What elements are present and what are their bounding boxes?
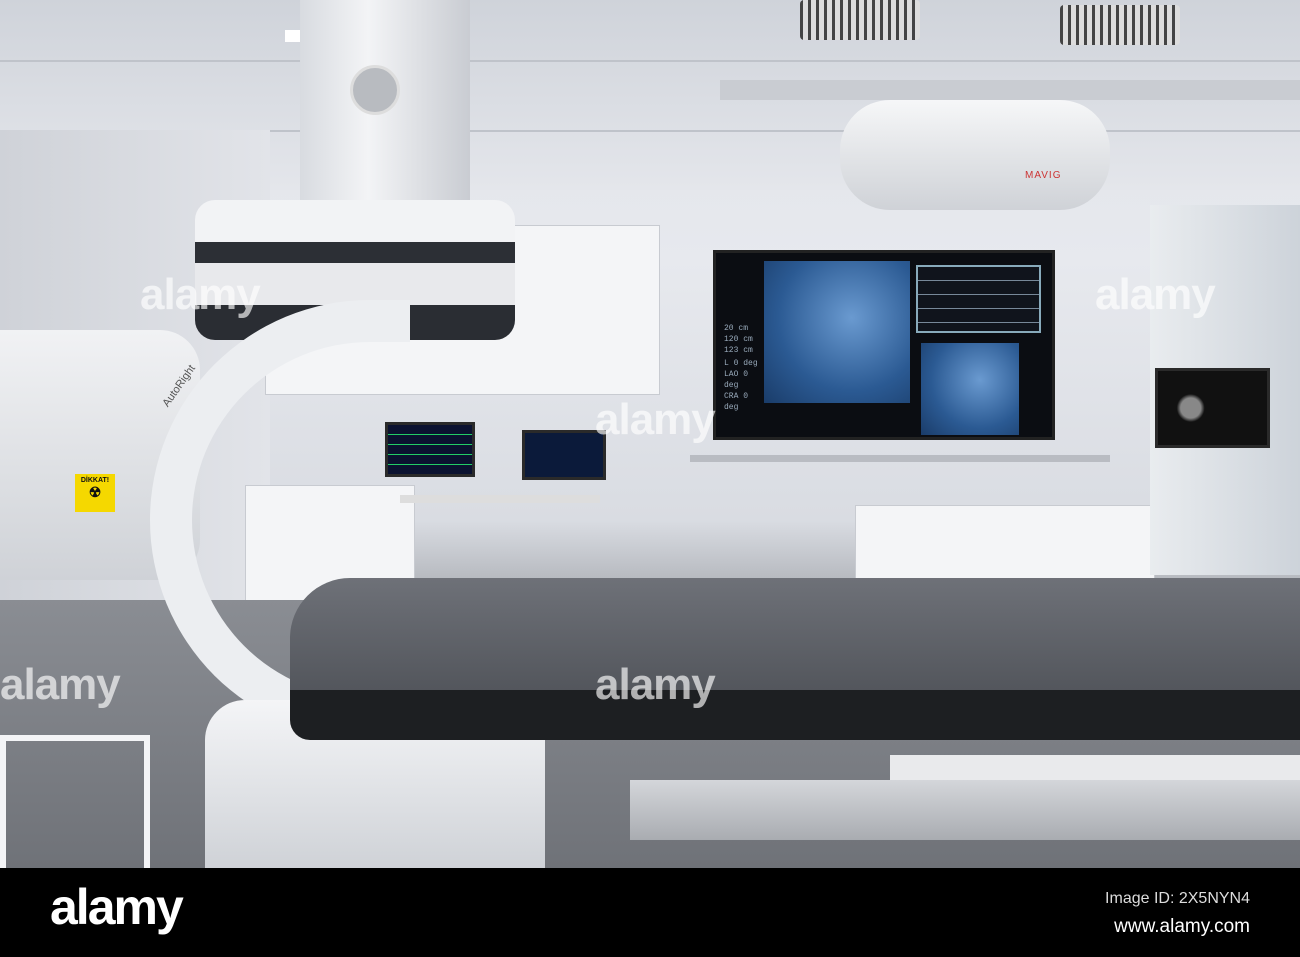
ceiling-tile-line [0,60,1300,62]
ceiling-vent [800,0,920,40]
ceiling-gantry [300,0,470,200]
angle-label: CRA [724,392,739,401]
angle-label: LAO [724,370,739,379]
table-side-rail [630,780,1300,840]
patient-table-edge [290,690,1300,740]
radiation-icon: ☢ [88,484,102,500]
ceiling-rail [720,80,1300,100]
monitor-bracket [690,455,1110,462]
ceiling-suspension-arm: MAVIG [840,100,1110,210]
trolley [0,735,150,868]
radiation-warning-sign: DİKKAT! ☢ [75,474,115,512]
angle-label: L [724,359,729,368]
mavig-brand-label: MAVIG [1025,170,1062,181]
angiography-display: 20 cm 120 cm 123 cm L 0 deg LAO 0 deg CR… [713,250,1055,440]
alamy-logo: alamy [50,879,184,935]
watermark: alamy [595,395,716,444]
image-id: Image ID: 2X5NYN4 [1105,890,1250,907]
watermark: alamy [140,270,261,319]
angle-readouts: L 0 deg LAO 0 deg CRA 0 deg [724,358,764,413]
desk [400,495,600,503]
watermark: alamy [595,660,716,709]
cath-lab-photo: MAVIG 20 cm 120 cm 123 cm L 0 deg LAO 0 … [0,0,1300,868]
drawer-unit [855,505,1155,585]
hemodynamic-waveform [916,265,1041,333]
angiogram-main [764,261,910,403]
site-url: www.alamy.com [1114,916,1250,937]
readout: 123 cm [724,346,753,355]
angiogram-reference [921,343,1019,435]
watermark: alamy [1095,270,1216,319]
ge-logo-icon [350,65,400,115]
ceiling-vent [1060,5,1180,45]
ivus-monitor [1155,368,1270,448]
angle-value: 0 deg [733,359,758,368]
footer-bar [0,868,1300,957]
readout: 120 cm [724,335,753,344]
monitor-readouts: 20 cm 120 cm 123 cm [724,323,764,356]
watermark: alamy [0,660,121,709]
readout: 20 cm [724,324,749,333]
workstation-monitor [522,430,606,480]
warning-text: DİKKAT! [80,477,110,484]
